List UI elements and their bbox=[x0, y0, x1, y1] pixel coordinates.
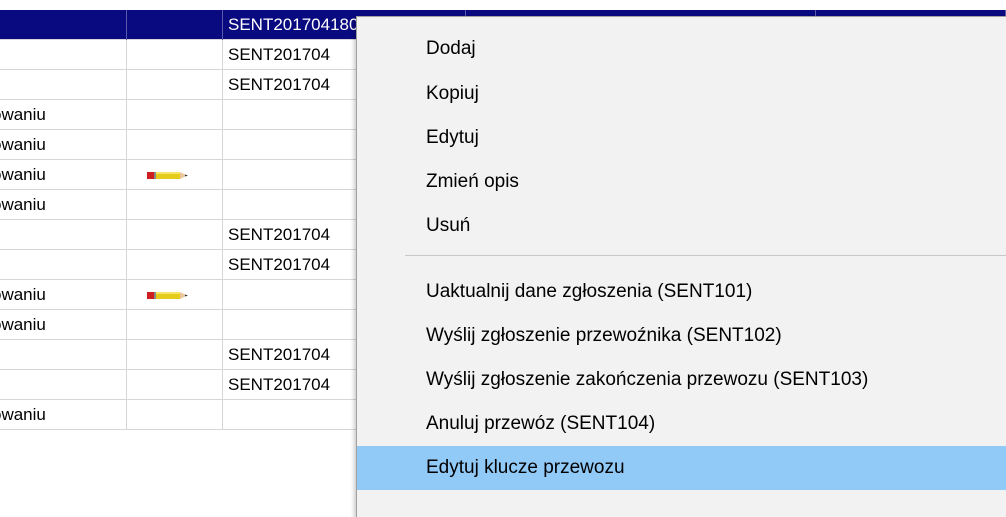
menu-item[interactable]: Wyślij zgłoszenie zakończenia przewozu (… bbox=[357, 358, 1006, 402]
status-cell bbox=[0, 370, 127, 400]
edit-flag-cell bbox=[127, 220, 223, 250]
status-cell: owaniu bbox=[0, 310, 127, 340]
status-cell: owaniu bbox=[0, 160, 127, 190]
edit-flag-cell bbox=[127, 70, 223, 100]
context-menu: Dodaj Kopiuj Edytuj Zmień opis Usuń Uaktualni… bbox=[356, 16, 1006, 517]
menu-item[interactable]: Kopiuj bbox=[357, 72, 1006, 116]
edit-flag-cell bbox=[127, 400, 223, 430]
status-cell bbox=[0, 250, 127, 280]
status-cell: owaniu bbox=[0, 130, 127, 160]
status-cell bbox=[0, 340, 127, 370]
pencil-icon bbox=[147, 292, 188, 299]
menu-separator bbox=[405, 255, 1006, 256]
status-text: owaniu bbox=[0, 165, 46, 184]
status-text: owaniu bbox=[0, 285, 46, 304]
status-text: owaniu bbox=[0, 405, 46, 424]
edit-flag-cell bbox=[127, 10, 223, 40]
status-text: owaniu bbox=[0, 195, 46, 214]
edit-flag-cell bbox=[127, 40, 223, 70]
menu-item[interactable]: Edytuj bbox=[357, 116, 1006, 160]
menu-item[interactable]: Edytuj klucze przewozu bbox=[357, 446, 1006, 490]
edit-flag-cell bbox=[127, 250, 223, 280]
status-cell bbox=[0, 70, 127, 100]
menu-item[interactable]: Anuluj przewóz (SENT104) bbox=[357, 402, 1006, 446]
status-cell bbox=[0, 40, 127, 70]
status-text: owaniu bbox=[0, 105, 46, 124]
pencil-icon bbox=[147, 172, 188, 179]
status-cell bbox=[0, 10, 127, 40]
menu-item[interactable]: Wyślij zgłoszenie przewoźnika (SENT102) bbox=[357, 314, 1006, 358]
status-cell bbox=[0, 220, 127, 250]
status-cell: owaniu bbox=[0, 190, 127, 220]
status-cell: owaniu bbox=[0, 280, 127, 310]
status-cell: owaniu bbox=[0, 400, 127, 430]
status-text: owaniu bbox=[0, 315, 46, 334]
menu-item[interactable]: Zmień opis bbox=[357, 160, 1006, 204]
edit-flag-cell bbox=[127, 190, 223, 220]
menu-item[interactable]: Usuń bbox=[357, 204, 1006, 248]
edit-flag-cell bbox=[127, 280, 223, 310]
status-text: owaniu bbox=[0, 135, 46, 154]
status-cell: owaniu bbox=[0, 100, 127, 130]
menu-item[interactable]: Dodaj bbox=[357, 27, 1006, 71]
menu-item[interactable]: Uaktualnij dane zgłoszenia (SENT101) bbox=[357, 270, 1006, 314]
edit-flag-cell bbox=[127, 100, 223, 130]
edit-flag-cell bbox=[127, 340, 223, 370]
edit-flag-cell bbox=[127, 160, 223, 190]
edit-flag-cell bbox=[127, 130, 223, 160]
edit-flag-cell bbox=[127, 370, 223, 400]
edit-flag-cell bbox=[127, 310, 223, 340]
